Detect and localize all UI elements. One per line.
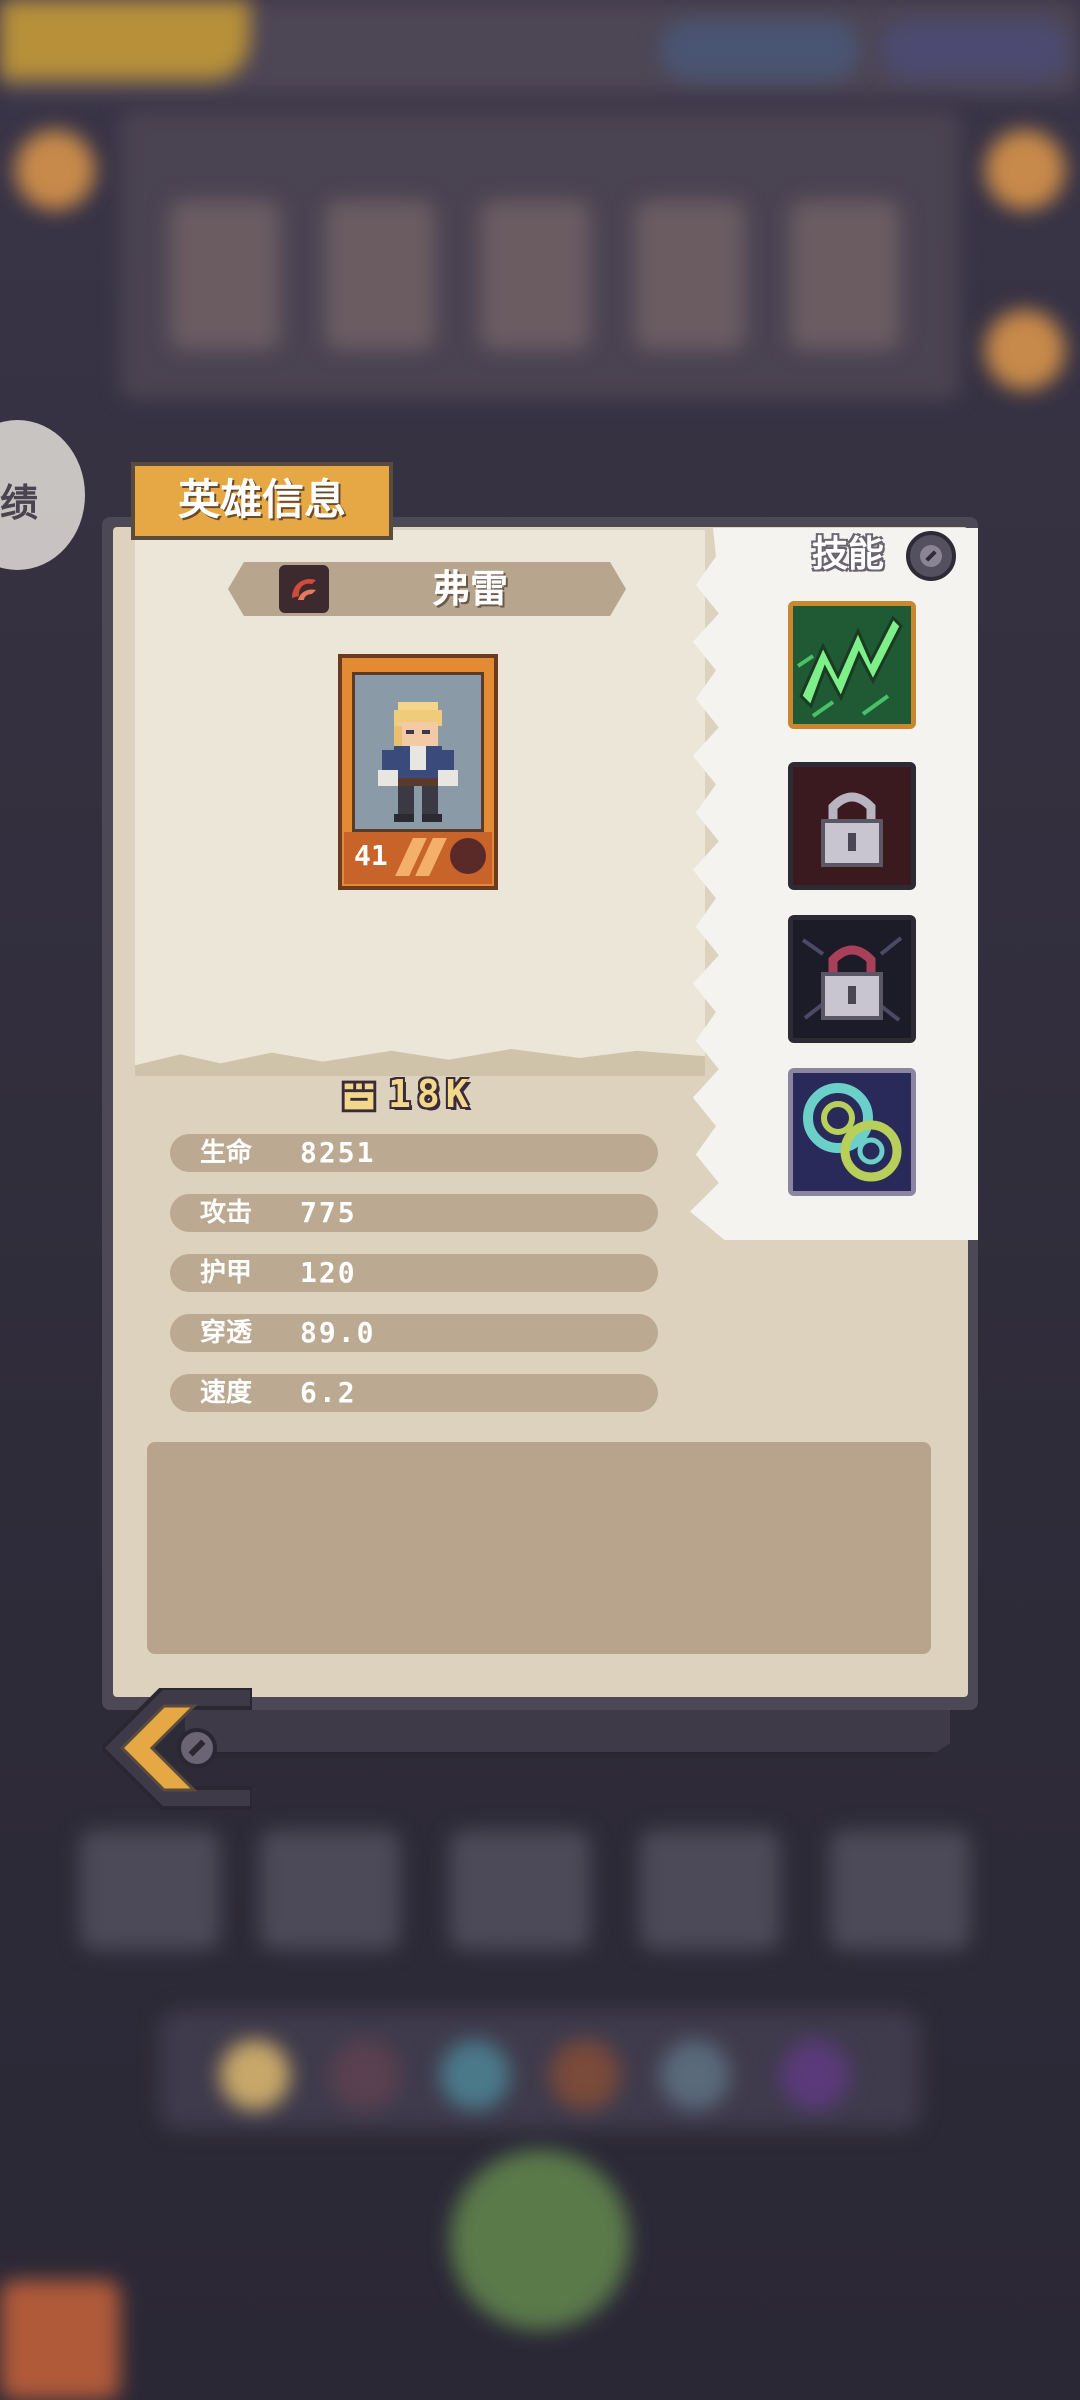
hero-faction-badge-icon — [450, 838, 486, 874]
stat-row-speed: 速度 6.2 — [170, 1374, 658, 1412]
card-bottom-rail — [185, 1710, 950, 1758]
bg-tab — [550, 2040, 620, 2110]
hero-name: 弗雷 — [431, 567, 508, 611]
bg-top-left-badge — [0, 0, 250, 80]
back-button[interactable] — [102, 1688, 252, 1838]
stat-label: 护甲 — [200, 1258, 253, 1288]
lock-icon — [793, 767, 911, 885]
bg-tab — [440, 2040, 510, 2110]
hero-description-box — [147, 1442, 931, 1654]
spiral-skill-icon — [793, 1073, 911, 1191]
lock-icon — [793, 920, 911, 1038]
power-value: 18K — [388, 1072, 475, 1116]
bg-hero-card — [480, 200, 590, 350]
stat-row-armor: 护甲 120 — [170, 1254, 658, 1292]
stat-value: 89.0 — [300, 1316, 376, 1349]
stat-value: 775 — [300, 1196, 357, 1229]
side-achievement-label: 绩 — [0, 481, 39, 525]
skill-slot-4[interactable] — [788, 1068, 916, 1196]
bg-currency-pill — [880, 20, 1070, 80]
bg-bottom-left-button — [0, 2280, 120, 2400]
stat-value: 120 — [300, 1256, 357, 1289]
skills-settings-button[interactable] — [906, 531, 956, 581]
skill-slot-2[interactable] — [788, 762, 916, 890]
stat-row-attack: 攻击 775 — [170, 1194, 658, 1232]
gear-icon — [920, 545, 942, 567]
stat-label: 攻击 — [200, 1198, 253, 1228]
bg-tab — [220, 2040, 290, 2110]
faction-icon — [279, 565, 329, 613]
stat-row-penetration: 穿透 89.0 — [170, 1314, 658, 1352]
bg-center-button — [450, 2150, 630, 2330]
bg-tab — [660, 2040, 730, 2110]
panel-title: 英雄信息 — [177, 475, 346, 524]
bg-hero-card — [325, 200, 435, 350]
bg-currency-pill — [660, 20, 860, 80]
bg-hero-card — [635, 200, 745, 350]
bg-slot — [260, 1830, 400, 1950]
bg-tab — [330, 2040, 400, 2110]
bg-orb — [985, 310, 1065, 390]
bg-orb — [985, 130, 1065, 210]
stat-row-hp: 生命 8251 — [170, 1134, 658, 1172]
hero-sprite — [378, 702, 458, 822]
hero-level: 41 — [354, 839, 388, 872]
skill-slot-3[interactable] — [788, 915, 916, 1043]
bg-orb — [15, 130, 95, 210]
stat-label: 速度 — [200, 1378, 253, 1408]
bg-hero-card — [170, 200, 280, 350]
bg-slot — [640, 1830, 780, 1950]
bg-tab — [780, 2040, 850, 2110]
lightning-skill-icon — [793, 606, 911, 724]
stat-value: 6.2 — [300, 1376, 357, 1409]
stat-label: 生命 — [200, 1138, 253, 1168]
bg-hero-card — [790, 200, 900, 350]
stat-label: 穿透 — [200, 1318, 253, 1348]
stat-value: 8251 — [300, 1136, 376, 1169]
bg-slot — [80, 1830, 220, 1950]
skills-title: 技能 — [811, 534, 884, 575]
fist-power-icon — [341, 1080, 377, 1113]
bg-slot — [450, 1830, 590, 1950]
skill-slot-1[interactable] — [788, 601, 916, 729]
bg-slot — [830, 1830, 970, 1950]
